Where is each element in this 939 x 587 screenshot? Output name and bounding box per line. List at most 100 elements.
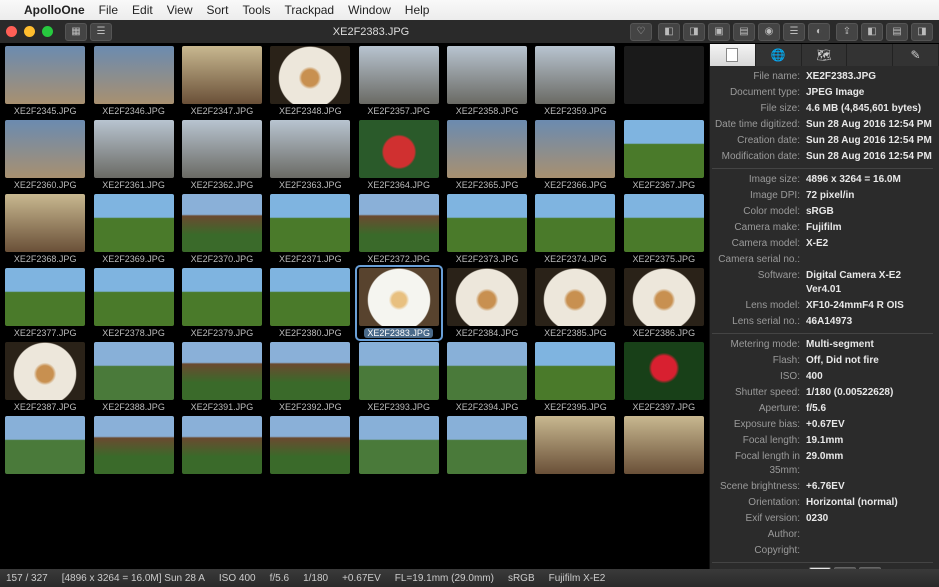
thumbnail-item[interactable]: XE2F2385.JPG — [534, 268, 616, 338]
menu-tools[interactable]: Tools — [243, 3, 271, 17]
thumbnail-item[interactable]: XE2F2363.JPG — [269, 120, 351, 190]
thumbnail-image[interactable] — [182, 46, 262, 104]
thumbnail-image[interactable] — [447, 120, 527, 178]
heart-icon[interactable]: ♡ — [630, 23, 652, 41]
thumbnail-item[interactable]: XE2F2362.JPG — [181, 120, 263, 190]
thumbnail-image[interactable] — [5, 120, 85, 178]
thumbnail-image[interactable] — [447, 268, 527, 326]
thumbnail-item[interactable]: XE2F2384.JPG — [446, 268, 528, 338]
thumbnail-image[interactable] — [359, 194, 439, 252]
tool-button-1[interactable]: ◧ — [658, 23, 680, 41]
thumbnail-image[interactable] — [535, 416, 615, 474]
thumbnail-item[interactable]: XE2F2361.JPG — [92, 120, 174, 190]
thumbnail-image[interactable] — [5, 416, 85, 474]
thumbnail-item[interactable]: XE2F2367.JPG — [623, 120, 705, 190]
thumbnail-item[interactable]: XE2F2365.JPG — [446, 120, 528, 190]
thumbnail-item[interactable]: XE2F2379.JPG — [181, 268, 263, 338]
thumbnail-image[interactable] — [447, 46, 527, 104]
thumbnail-item[interactable]: XE2F2359.JPG — [534, 46, 616, 116]
thumbnail-image[interactable] — [624, 416, 704, 474]
thumbnail-item[interactable]: XE2F2377.JPG — [4, 268, 86, 338]
thumbnail-item[interactable]: XE2F2378.JPG — [92, 268, 174, 338]
thumbnail-item[interactable] — [534, 416, 616, 476]
thumbnail-item[interactable]: XE2F2357.JPG — [358, 46, 440, 116]
thumbnail-image[interactable] — [535, 342, 615, 400]
thumbnail-item[interactable] — [269, 416, 351, 476]
histogram-mode-button[interactable]: ▲ — [859, 567, 881, 569]
thumbnail-item[interactable]: XE2F2369.JPG — [92, 194, 174, 264]
thumbnail-image[interactable] — [270, 120, 350, 178]
thumbnail-item[interactable]: XE2F2394.JPG — [446, 342, 528, 412]
thumbnail-item[interactable]: XE2F2383.JPG — [358, 268, 440, 338]
minimize-button[interactable] — [24, 26, 35, 37]
thumbnail-item[interactable]: XE2F2388.JPG — [92, 342, 174, 412]
thumbnail-image[interactable] — [94, 194, 174, 252]
thumbnail-image[interactable] — [5, 268, 85, 326]
thumbnail-item[interactable]: XE2F2380.JPG — [269, 268, 351, 338]
thumbnail-item[interactable]: XE2F2391.JPG — [181, 342, 263, 412]
thumbnail-item[interactable]: XE2F2364.JPG — [358, 120, 440, 190]
thumbnail-image[interactable] — [447, 416, 527, 474]
thumbnail-image[interactable] — [535, 268, 615, 326]
thumbnail-item[interactable]: XE2F2372.JPG — [358, 194, 440, 264]
thumbnail-image[interactable] — [535, 120, 615, 178]
thumbnail-image[interactable] — [624, 194, 704, 252]
inspector-tab-info[interactable] — [710, 44, 756, 66]
thumbnail-image[interactable] — [270, 194, 350, 252]
view-thumbnails-button[interactable]: ▦ — [65, 23, 87, 41]
menu-trackpad[interactable]: Trackpad — [285, 3, 335, 17]
menu-window[interactable]: Window — [348, 3, 391, 17]
inspector-tab-blank[interactable] — [847, 44, 893, 66]
thumbnail-image[interactable] — [270, 46, 350, 104]
thumbnail-item[interactable] — [92, 416, 174, 476]
thumbnail-image[interactable] — [624, 46, 704, 104]
thumbnail-image[interactable] — [359, 268, 439, 326]
thumbnail-image[interactable] — [182, 342, 262, 400]
thumbnail-item[interactable]: XE2F2393.JPG — [358, 342, 440, 412]
histogram-mode-button[interactable]: ▲ — [834, 567, 856, 569]
thumbnail-image[interactable] — [270, 268, 350, 326]
view-list-button[interactable]: ☰ — [90, 23, 112, 41]
thumbnail-item[interactable] — [181, 416, 263, 476]
panel-bottom-icon[interactable]: ▤ — [886, 23, 908, 41]
maximize-button[interactable] — [42, 26, 53, 37]
thumbnail-item[interactable] — [623, 416, 705, 476]
thumbnail-image[interactable] — [182, 416, 262, 474]
thumbnail-item[interactable]: XE2F2375.JPG — [623, 194, 705, 264]
menu-view[interactable]: View — [167, 3, 193, 17]
thumbnail-image[interactable] — [270, 416, 350, 474]
app-name[interactable]: ApolloOne — [24, 3, 85, 17]
thumbnail-image[interactable] — [182, 194, 262, 252]
thumbnail-item[interactable] — [446, 416, 528, 476]
thumbnail-item[interactable]: XE2F2392.JPG — [269, 342, 351, 412]
panel-left-icon[interactable]: ◧ — [861, 23, 883, 41]
thumbnail-image[interactable] — [94, 416, 174, 474]
thumbnail-image[interactable] — [94, 268, 174, 326]
thumbnail-item[interactable]: XE2F2368.JPG — [4, 194, 86, 264]
thumbnail-item[interactable]: XE2F2348.JPG — [269, 46, 351, 116]
thumbnail-item[interactable]: XE2F2386.JPG — [623, 268, 705, 338]
thumbnail-item[interactable]: XE2F2360.JPG — [4, 120, 86, 190]
menu-file[interactable]: File — [99, 3, 118, 17]
thumbnail-item[interactable]: XE2F2370.JPG — [181, 194, 263, 264]
thumbnail-item[interactable]: XE2F2374.JPG — [534, 194, 616, 264]
menu-edit[interactable]: Edit — [132, 3, 153, 17]
thumbnail-image[interactable] — [535, 46, 615, 104]
thumbnail-image[interactable] — [359, 120, 439, 178]
thumbnail-item[interactable]: XE2F2371.JPG — [269, 194, 351, 264]
thumbnail-image[interactable] — [270, 342, 350, 400]
share-icon[interactable]: ⇪ — [836, 23, 858, 41]
histogram-mode-button[interactable]: Off — [809, 567, 831, 569]
tool-button-2[interactable]: ◨ — [683, 23, 705, 41]
thumbnail-item[interactable]: XE2F2387.JPG — [4, 342, 86, 412]
tool-button-5[interactable]: ◉ — [758, 23, 780, 41]
thumbnail-item[interactable]: XE2F2346.JPG — [92, 46, 174, 116]
thumbnail-item[interactable]: XE2F2358.JPG — [446, 46, 528, 116]
thumbnail-item[interactable]: XE2F2373.JPG — [446, 194, 528, 264]
thumbnail-item[interactable]: XE2F2395.JPG — [534, 342, 616, 412]
inspector-tab-gps[interactable]: 🌐 — [756, 44, 802, 66]
thumbnail-item[interactable]: XE2F2347.JPG — [181, 46, 263, 116]
tool-button-4[interactable]: ▤ — [733, 23, 755, 41]
thumbnail-item[interactable] — [623, 46, 705, 116]
inspector-tab-edit[interactable]: ✎ — [893, 44, 939, 66]
